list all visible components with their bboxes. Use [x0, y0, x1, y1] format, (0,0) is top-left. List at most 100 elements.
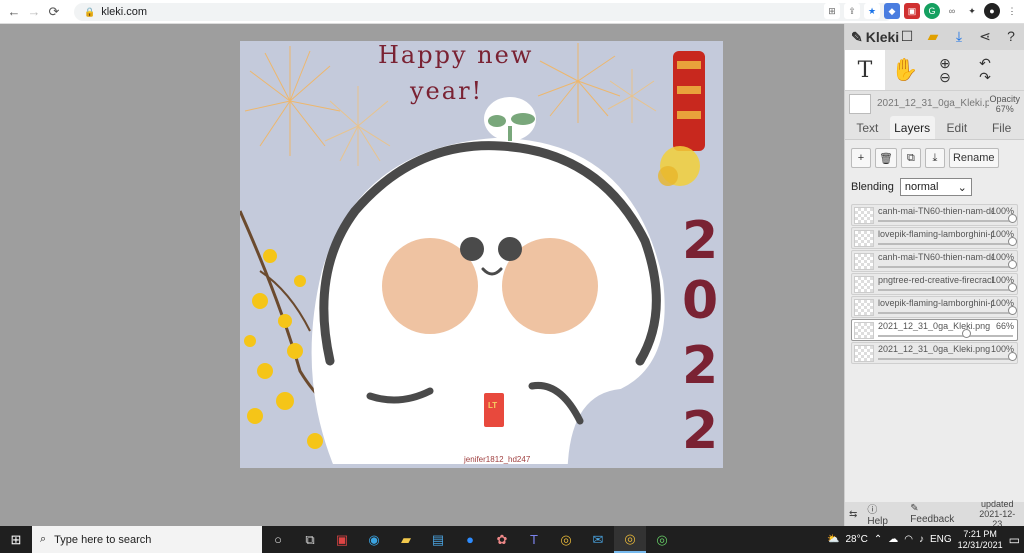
drawing-canvas[interactable]: Happy new year! 2 0 2 2 LT jenifer1812_h…: [240, 41, 723, 468]
layer-row[interactable]: 2021_12_31_0ga_Kleki.png 100%: [851, 342, 1018, 364]
wifi-icon[interactable]: ◠: [904, 534, 913, 545]
year-digit-1: 2: [682, 211, 719, 271]
delete-layer-button[interactable]: 🗑: [875, 148, 897, 168]
menu-dots-icon[interactable]: ⋮: [1004, 3, 1020, 19]
tab-text[interactable]: Text: [845, 116, 890, 139]
help-circle-icon[interactable]: ?: [1002, 27, 1020, 45]
kleki-logo[interactable]: ✎ Kleki: [851, 29, 899, 46]
slider-knob[interactable]: [1008, 214, 1017, 223]
blending-select[interactable]: normal ⌄: [899, 178, 972, 196]
merge-layer-button[interactable]: ⤓: [924, 148, 945, 168]
layer-opacity-slider[interactable]: [878, 329, 1013, 338]
slider-knob[interactable]: [1008, 352, 1017, 361]
zoom-in-icon[interactable]: ⊕: [939, 56, 951, 70]
forward-button[interactable]: →: [24, 2, 44, 22]
file-explorer-icon[interactable]: ▰: [390, 526, 422, 553]
bookmark-star-icon[interactable]: ★: [864, 3, 880, 19]
grammarly-icon[interactable]: G: [924, 3, 940, 19]
kleki-logo-icon: ✎: [851, 28, 863, 45]
store-icon[interactable]: ▤: [422, 526, 454, 553]
slider-knob[interactable]: [1008, 260, 1017, 269]
duplicate-layer-button[interactable]: ⧉: [900, 148, 921, 168]
add-layer-button[interactable]: +: [851, 148, 871, 168]
layer-row[interactable]: lovepik-flaming-lamborghini-p 100%: [851, 296, 1018, 318]
start-button[interactable]: ⊞: [0, 526, 32, 553]
undo-icon[interactable]: ↶: [979, 56, 991, 70]
layer-thumbnail: [854, 322, 874, 339]
layer-opacity-slider[interactable]: [878, 214, 1017, 223]
cortana-icon[interactable]: ○: [262, 526, 294, 553]
reload-button[interactable]: ⟳: [44, 2, 64, 22]
zoom-out-icon[interactable]: ⊖: [939, 70, 951, 84]
back-button[interactable]: ←: [4, 2, 24, 22]
layer-row[interactable]: pngtree-red-creative-firecrack 100%: [851, 273, 1018, 295]
chevron-up-icon[interactable]: ⌃: [874, 534, 882, 545]
paint-icon[interactable]: ✿: [486, 526, 518, 553]
text-tool-button[interactable]: T: [845, 50, 885, 90]
layer-opacity-slider[interactable]: [878, 283, 1017, 292]
layer-opacity-slider[interactable]: [878, 260, 1017, 269]
profile-avatar[interactable]: ●: [984, 3, 1000, 19]
chrome-profile-icon[interactable]: ◎: [646, 526, 678, 553]
tab-edit[interactable]: Edit: [935, 116, 980, 139]
tab-layers[interactable]: Layers: [889, 116, 935, 139]
weather-text[interactable]: 28°C: [845, 534, 867, 545]
url-text: kleki.com: [101, 6, 148, 18]
slider-knob[interactable]: [1008, 283, 1017, 292]
zoom-app-icon[interactable]: ●: [454, 526, 486, 553]
tab-file[interactable]: File: [979, 116, 1024, 139]
onedrive-icon[interactable]: ☁: [888, 534, 898, 545]
back-arrow-icon: ←: [7, 4, 21, 19]
chrome-icon[interactable]: ◎: [550, 526, 582, 553]
redo-icon[interactable]: ↷: [979, 70, 991, 84]
trash-icon: 🗑: [879, 152, 893, 165]
drawing-workspace[interactable]: Happy new year! 2 0 2 2 LT jenifer1812_h…: [0, 24, 844, 526]
slider-knob[interactable]: [1008, 237, 1017, 246]
updated-info[interactable]: updated 2021-12-23: [975, 499, 1020, 529]
layer-row[interactable]: canh-mai-TN60-thien-nam-de 100%: [851, 204, 1018, 226]
file-info-row: 2021_12_31_0ga_Kleki.png Opacity 67%: [845, 90, 1024, 116]
translate-icon[interactable]: ⊞: [824, 3, 840, 19]
rename-layer-button[interactable]: Rename: [948, 148, 999, 168]
share-icon[interactable]: ⇪: [844, 3, 860, 19]
lang-indicator[interactable]: ENG: [930, 534, 952, 545]
taskbar-search[interactable]: ⌕ Type here to search: [32, 526, 262, 553]
layer-opacity-slider[interactable]: [878, 306, 1017, 315]
feedback-link[interactable]: ✎ Feedback: [910, 503, 964, 525]
edge-icon[interactable]: ◉: [358, 526, 390, 553]
address-bar[interactable]: 🔒 kleki.com: [74, 3, 894, 21]
mail-icon[interactable]: ✉: [582, 526, 614, 553]
extension-red-icon[interactable]: ▣: [904, 3, 920, 19]
new-file-icon[interactable]: ☐: [898, 27, 916, 45]
undo-redo-button[interactable]: ↶ ↷: [965, 50, 1005, 90]
volume-icon[interactable]: ♪: [919, 534, 924, 545]
hand-tool-button[interactable]: ✋: [885, 50, 925, 90]
lock-icon: 🔒: [84, 6, 96, 17]
browser-toolbar: ← → ⟳ 🔒 kleki.com ⊞ ⇪ ★ ◆ ▣ G ∞ ✦ ● ⋮: [0, 0, 1024, 24]
slider-knob[interactable]: [962, 329, 972, 338]
clock[interactable]: 7:21 PM 12/31/2021: [958, 529, 1003, 551]
weather-icon[interactable]: ⛅: [827, 534, 839, 545]
layer-opacity-slider[interactable]: [878, 352, 1017, 361]
zoom-button[interactable]: ⊕ ⊖: [925, 50, 965, 90]
app-icon-1[interactable]: ▣: [326, 526, 358, 553]
folder-icon[interactable]: ▰: [924, 27, 942, 45]
extension-blue-icon[interactable]: ◆: [884, 3, 900, 19]
link-extension-icon[interactable]: ∞: [944, 3, 960, 19]
layer-row[interactable]: canh-mai-TN60-thien-nam-de 100%: [851, 250, 1018, 272]
puzzle-icon[interactable]: ✦: [964, 3, 980, 19]
share-icon[interactable]: ⋖: [976, 27, 994, 45]
file-opacity: Opacity 67%: [989, 94, 1020, 114]
layer-row[interactable]: 2021_12_31_0ga_Kleki.png c 66%: [851, 319, 1018, 341]
layer-row[interactable]: lovepik-flaming-lamborghini-p 100%: [851, 227, 1018, 249]
help-link[interactable]: ⓘ Help: [867, 501, 900, 527]
teams-icon[interactable]: T: [518, 526, 550, 553]
slider-knob[interactable]: [1008, 306, 1017, 315]
layer-opacity-slider[interactable]: [878, 237, 1017, 246]
swap-icon[interactable]: ⇆: [849, 509, 857, 520]
chrome-active-icon[interactable]: ◎: [614, 526, 646, 553]
layer-thumbnail: [854, 207, 874, 224]
download-icon[interactable]: ⤓: [950, 27, 968, 45]
task-view-icon[interactable]: ⧉: [294, 526, 326, 553]
notification-icon[interactable]: ▭: [1009, 533, 1020, 547]
